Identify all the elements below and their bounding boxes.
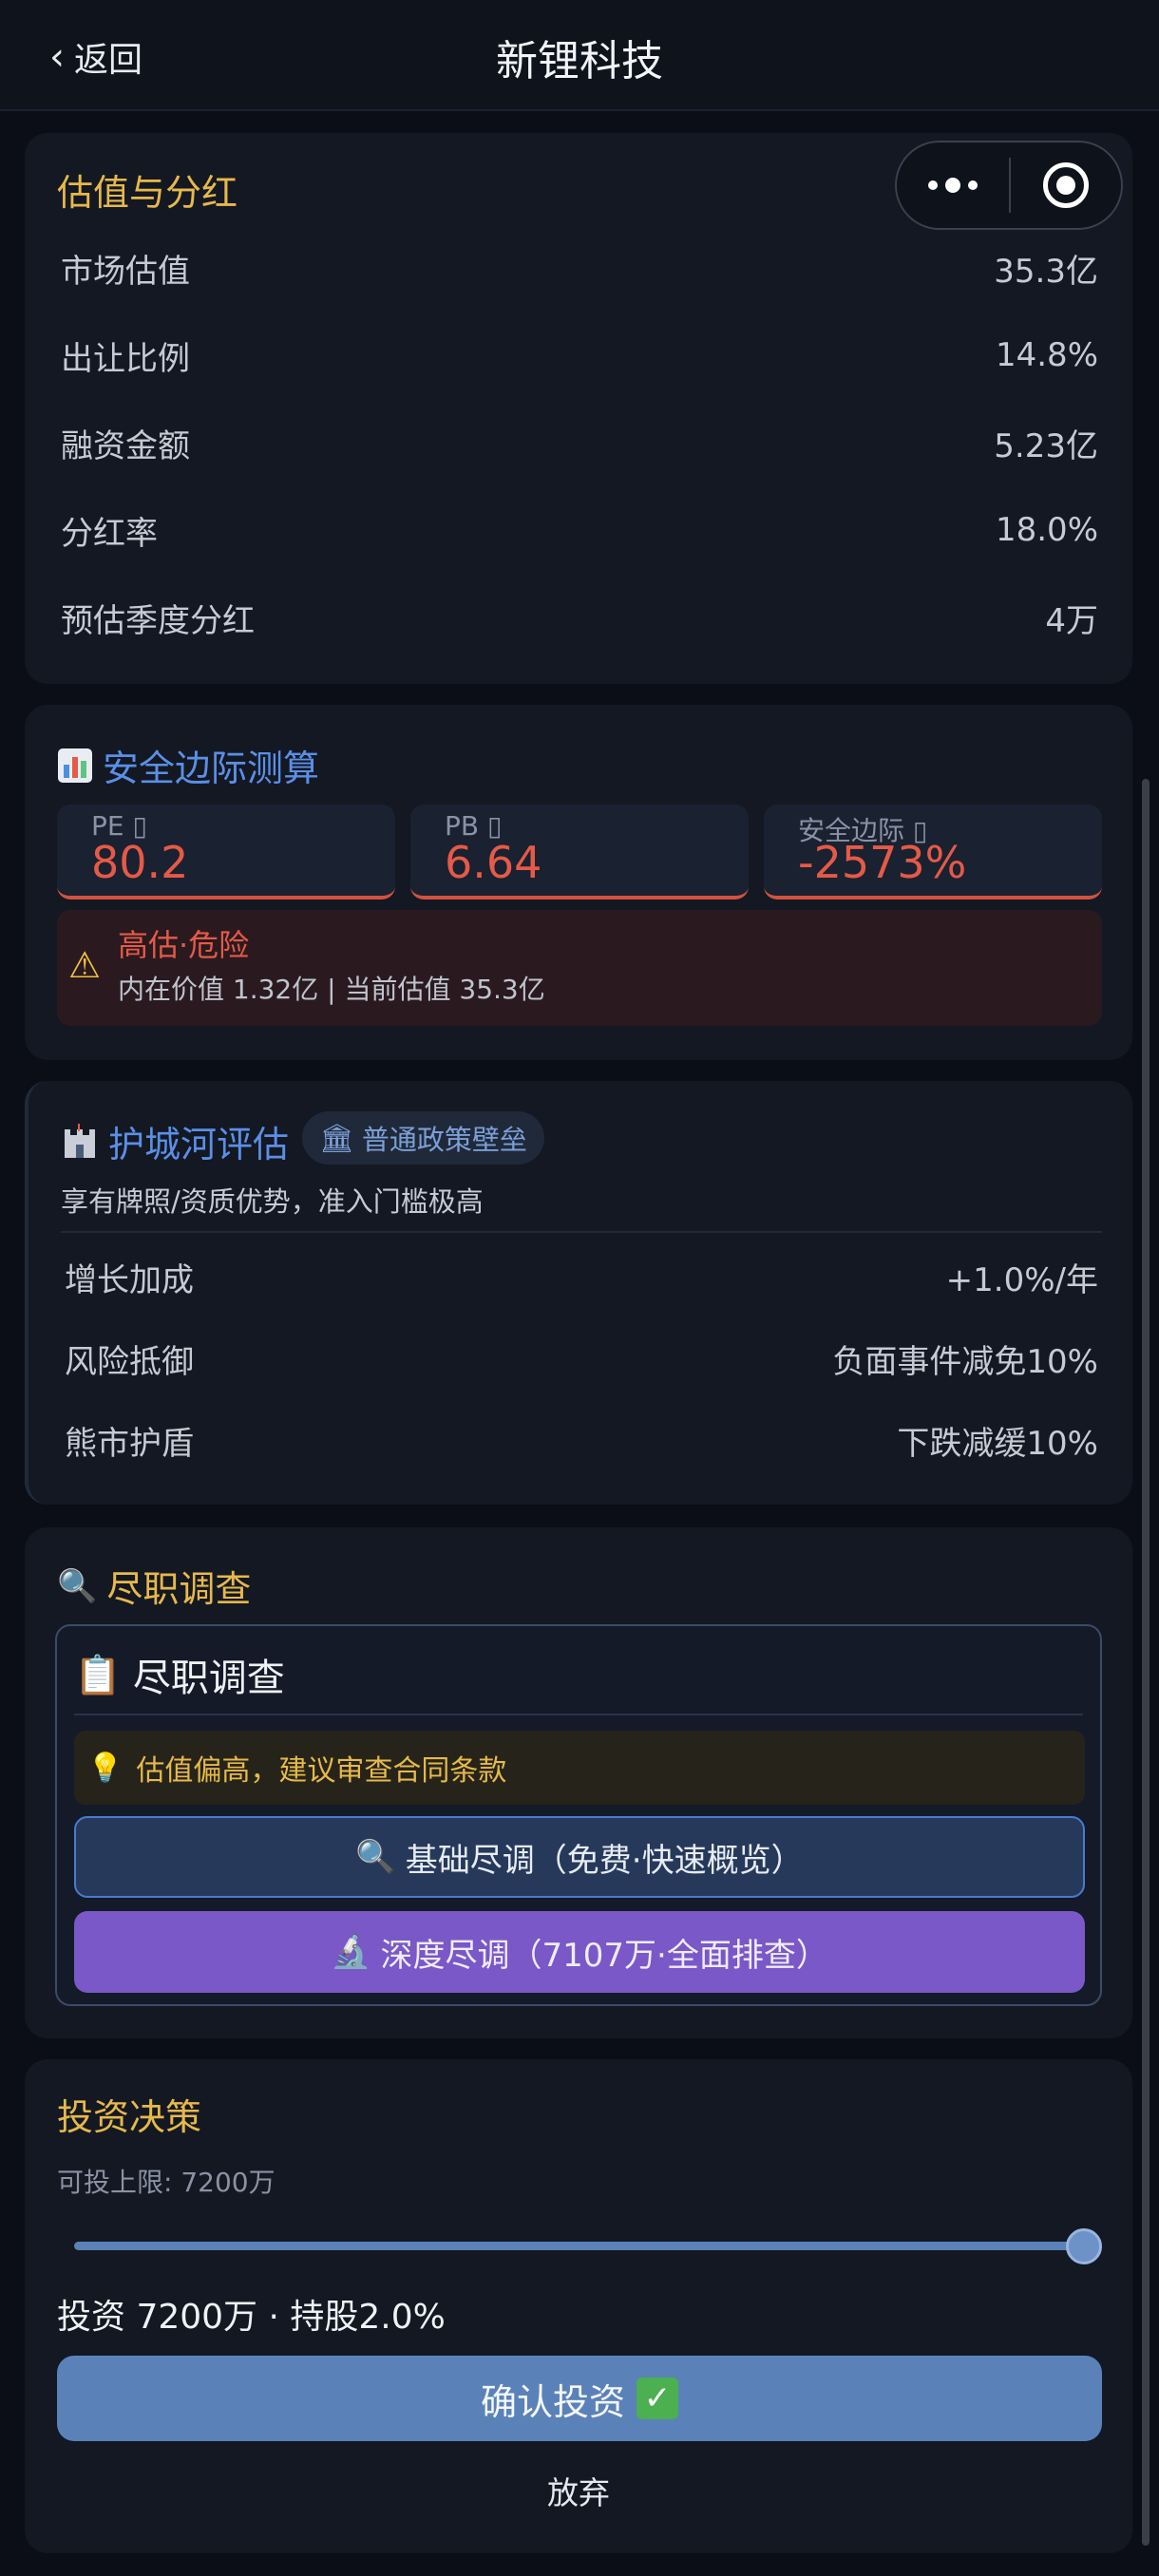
button-label: 确认投资: [480, 2380, 625, 2423]
moat-title-row: 护城河评估: [61, 1115, 289, 1167]
row-value: +1.0%/年: [945, 1260, 1098, 1299]
pe-metric: PE ▯ 80.2: [57, 805, 395, 900]
lightbulb-icon: 💡: [87, 1751, 124, 1785]
policy-barrier-tag: 🏛 普通政策壁垒: [302, 1111, 544, 1165]
top-navigation-bar: ‹ 返回 新锂科技: [0, 0, 1159, 111]
metric-value: 6.64: [445, 837, 542, 888]
row-label: 融资金额: [61, 426, 190, 465]
due-diligence-card: 🔍 尽职调查 📋 尽职调查 💡 估值偏高，建议审查合同条款 🔍 基础尽调（免费·…: [25, 1527, 1132, 2038]
microscope-icon: 🔬: [331, 1933, 371, 1971]
safety-title-row: 安全边际测算: [57, 739, 319, 791]
moat-title: 护城河评估: [108, 1124, 290, 1165]
row-label: 预估季度分红: [61, 601, 255, 640]
abandon-button[interactable]: 放弃: [25, 2468, 1132, 2513]
row-label: 风险抵御: [65, 1342, 194, 1381]
divider: [74, 1714, 1083, 1715]
valuation-row: 市场估值 35.3亿: [61, 239, 1098, 296]
dd-title-row: 🔍 尽职调查: [57, 1560, 251, 1612]
moat-card: 护城河评估 🏛 普通政策壁垒 享有牌照/资质优势，准入门槛极高 增长加成 +1.…: [25, 1081, 1132, 1505]
basic-due-diligence-button[interactable]: 🔍 基础尽调（免费·快速概览）: [74, 1816, 1085, 1898]
row-value: 14.8%: [995, 336, 1098, 374]
row-label: 出让比例: [61, 339, 190, 378]
deep-due-diligence-button[interactable]: 🔬 深度尽调（7107万·全面排查）: [74, 1911, 1085, 1993]
safety-title: 安全边际测算: [103, 748, 320, 789]
tip-text: 估值偏高，建议审查合同条款: [136, 1754, 507, 1788]
overvalued-warning: ⚠ 高估·危险 内在价值 1.32亿 | 当前估值 35.3亿: [57, 910, 1102, 1026]
investment-slider-track[interactable]: [74, 2242, 1081, 2250]
page-title: 新锂科技: [496, 37, 663, 85]
more-menu-button[interactable]: [897, 142, 1009, 228]
clipboard-icon: 📋: [74, 1653, 122, 1697]
valuation-row: 出让比例 14.8%: [61, 327, 1098, 384]
valuation-row: 分红率 18.0%: [61, 502, 1098, 559]
investment-slider-handle[interactable]: [1066, 2228, 1102, 2264]
safety-margin-metric: 安全边际 ▯ -2573%: [764, 805, 1102, 900]
moat-row: 风险抵御 负面事件减免10%: [65, 1330, 1098, 1387]
row-label: 市场估值: [61, 252, 190, 291]
dd-panel-header: 📋 尽职调查: [74, 1647, 285, 1702]
moat-row: 增长加成 +1.0%/年: [65, 1248, 1098, 1305]
close-miniprogram-button[interactable]: [1011, 142, 1121, 228]
checkmark-icon: ✓: [636, 2377, 678, 2419]
metric-value: 80.2: [91, 837, 189, 888]
button-label: 基础尽调（免费·快速概览）: [405, 1841, 804, 1880]
row-value: 负面事件减免10%: [832, 1342, 1098, 1381]
moat-row: 熊市护盾 下跌减缓10%: [65, 1411, 1098, 1468]
dd-panel: 📋 尽职调查 💡 估值偏高，建议审查合同条款 🔍 基础尽调（免费·快速概览） 🔬…: [55, 1624, 1102, 2006]
row-value: 18.0%: [995, 511, 1098, 549]
invest-summary: 投资 7200万 · 持股2.0%: [57, 2298, 446, 2337]
confirm-invest-button[interactable]: 确认投资 ✓: [57, 2356, 1102, 2441]
valuation-row: 预估季度分红 4万: [61, 589, 1098, 646]
row-value: 5.23亿: [994, 426, 1098, 465]
metric-value: -2573%: [798, 837, 967, 888]
investment-card: 投资决策 可投上限: 7200万 投资 7200万 · 持股2.0% 确认投资 …: [25, 2059, 1132, 2553]
row-value: 35.3亿: [994, 252, 1098, 291]
tag-label: 普通政策壁垒: [361, 1124, 527, 1156]
warning-detail: 内在价值 1.32亿 | 当前估值 35.3亿: [118, 974, 545, 1005]
warning-icon: ⚠: [68, 944, 102, 986]
row-label: 熊市护盾: [65, 1424, 194, 1463]
dd-tip: 💡 估值偏高，建议审查合同条款: [74, 1731, 1085, 1805]
target-circle-icon: [1042, 162, 1089, 208]
bank-icon: 🏛: [319, 1121, 354, 1154]
miniprogram-capsule: [895, 141, 1123, 230]
row-label: 分红率: [61, 514, 158, 553]
bar-chart-icon: [58, 748, 92, 783]
row-value: 下跌减缓10%: [897, 1424, 1098, 1463]
warning-title: 高估·危险: [118, 927, 250, 963]
dd-title: 尽职调查: [106, 1568, 252, 1610]
row-label: 增长加成: [65, 1260, 194, 1299]
pb-metric: PB ▯ 6.64: [410, 805, 749, 900]
row-value: 4万: [1045, 601, 1098, 640]
invest-limit: 可投上限: 7200万: [57, 2167, 276, 2198]
button-label: 深度尽调（7107万·全面排查）: [380, 1936, 828, 1975]
invest-title: 投资决策: [57, 2096, 202, 2138]
magnifier-icon: 🔍: [57, 1566, 98, 1605]
scrollbar[interactable]: [1142, 779, 1150, 2546]
valuation-title: 估值与分红: [57, 172, 238, 214]
more-dots-icon: [928, 178, 978, 193]
safety-margin-card: 安全边际测算 PE ▯ 80.2 PB ▯ 6.64 安全边际 ▯ -2573%…: [25, 705, 1132, 1060]
castle-icon: [65, 1123, 95, 1158]
magnifier-icon: 🔍: [355, 1838, 396, 1876]
moat-description: 享有牌照/资质优势，准入门槛极高: [61, 1185, 484, 1218]
divider: [61, 1231, 1102, 1233]
dd-panel-title: 尽职调查: [132, 1657, 285, 1700]
valuation-row: 融资金额 5.23亿: [61, 414, 1098, 471]
